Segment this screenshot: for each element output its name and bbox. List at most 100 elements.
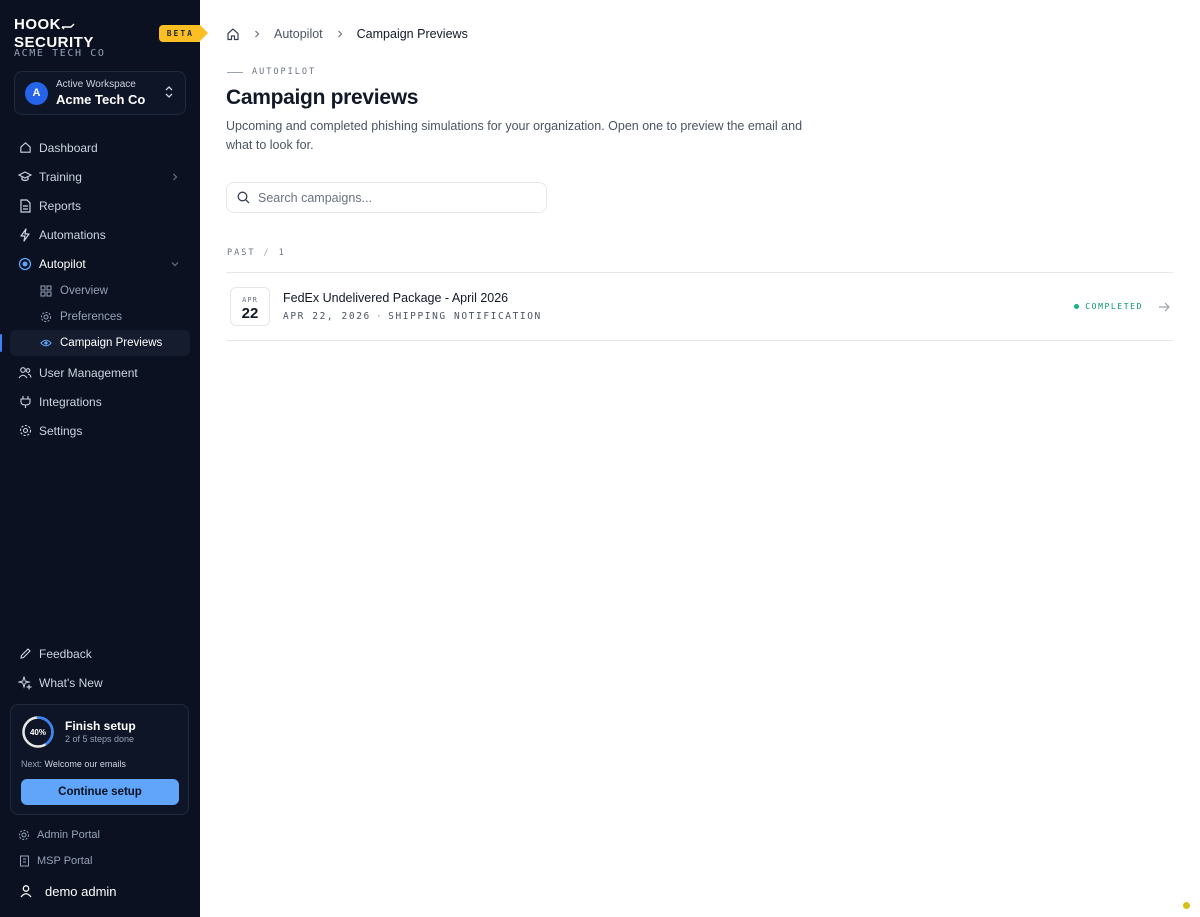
group-header-past: PAST / 1 (227, 248, 286, 258)
workspace-name: Acme Tech Co (56, 92, 146, 107)
plug-icon (18, 395, 32, 409)
eye-icon (40, 337, 52, 349)
workspace-avatar: A (25, 81, 48, 105)
building-icon (18, 855, 30, 867)
eyebrow-rule (227, 71, 243, 73)
campaign-meta: APR 22, 2026 · SHIPPING NOTIFICATION (283, 311, 542, 322)
sidebar-item-integrations[interactable]: Integrations (10, 387, 190, 416)
user-menu[interactable]: demo admin (18, 883, 117, 899)
sidebar-item-label: Feedback (39, 646, 92, 661)
org-name: ACME TECH CO (14, 48, 106, 59)
chevron-right-icon (170, 171, 180, 181)
setup-steps: 2 of 5 steps done (65, 734, 135, 744)
user-name: demo admin (45, 883, 117, 899)
grid-icon (40, 285, 52, 297)
chevron-right-icon (335, 29, 345, 39)
sparkle-icon (18, 675, 32, 690)
msp-portal-link[interactable]: MSP Portal (18, 852, 92, 870)
sidebar-item-label: Training (39, 169, 82, 184)
logo[interactable]: HOOKSECURITY (14, 16, 149, 51)
lightning-icon (18, 227, 32, 242)
sidebar-item-whats-new[interactable]: What's New (10, 668, 190, 697)
breadcrumb-current: Campaign Previews (356, 27, 468, 41)
sidebar-item-label: Dashboard (39, 140, 98, 155)
sidebar-item-label: Reports (39, 198, 82, 213)
section-eyebrow: AUTOPILOT (227, 67, 316, 77)
sidebar-item-training[interactable]: Training (10, 162, 190, 191)
campaign-day: 22 (241, 305, 259, 322)
setup-next-step-name: Welcome our emails (44, 759, 126, 769)
campaign-date: APR 22, 2026 (283, 311, 371, 322)
sidebar-item-label: Campaign Previews (60, 337, 163, 349)
group-separator: / (263, 248, 271, 258)
chevron-up-down-icon (163, 85, 175, 101)
group-label: PAST (227, 248, 256, 258)
search-input[interactable] (258, 190, 528, 205)
page-title: Campaign previews (226, 86, 419, 109)
continue-setup-button[interactable]: Continue setup (21, 779, 179, 805)
status-indicator-dot (1183, 902, 1190, 909)
gear-icon (40, 311, 52, 323)
group-count: 1 (278, 248, 286, 258)
sidebar-subitem-preferences[interactable]: Preferences (10, 304, 190, 330)
admin-portal-label: Admin Portal (37, 829, 100, 841)
home-icon (18, 141, 32, 155)
document-icon (18, 198, 32, 213)
breadcrumb-autopilot[interactable]: Autopilot (274, 27, 323, 41)
brand: HOOKSECURITY BETA (14, 16, 209, 51)
search-icon (237, 191, 250, 204)
campaign-date-badge: APR 22 (230, 287, 270, 326)
setup-progress-card: 40% Finish setup 2 of 5 steps done Next:… (10, 704, 189, 815)
chevron-right-icon (252, 29, 262, 39)
beta-badge: BETA (158, 24, 209, 42)
campaign-month: APR (242, 296, 258, 304)
sidebar-item-automations[interactable]: Automations (10, 220, 190, 249)
users-icon (18, 366, 32, 380)
app-window: HOOKSECURITY BETA ACME TECH CO A Active … (0, 0, 1200, 917)
main-content: Autopilot Campaign Previews AUTOPILOT Ca… (200, 0, 1200, 917)
setup-next-step: Next: Welcome our emails (21, 759, 126, 769)
campaign-row[interactable]: APR 22 FedEx Undelivered Package - April… (226, 275, 1173, 339)
campaign-category: SHIPPING NOTIFICATION (388, 311, 542, 322)
sidebar-item-label: Overview (60, 285, 108, 297)
msp-portal-label: MSP Portal (37, 855, 93, 867)
sidebar-item-label: Settings (39, 423, 83, 438)
chevron-down-icon (170, 258, 180, 268)
setup-next-prefix: Next: (21, 759, 43, 769)
gear-icon (18, 424, 32, 438)
workspace-switcher[interactable]: A Active Workspace Acme Tech Co (14, 71, 186, 115)
gear-icon (18, 829, 30, 841)
workspace-label: Active Workspace (56, 79, 136, 90)
sidebar-item-autopilot[interactable]: Autopilot (10, 249, 190, 278)
sidebar-item-label: Autopilot (39, 256, 86, 271)
sidebar-item-label: What's New (39, 675, 103, 690)
target-icon (18, 257, 32, 271)
sidebar-item-label: Integrations (39, 394, 102, 409)
campaign-title: FedEx Undelivered Package - April 2026 (283, 291, 509, 305)
progress-percent: 40% (29, 727, 46, 737)
search-box[interactable] (226, 182, 547, 213)
meta-separator: · (375, 311, 384, 322)
sidebar-item-user-management[interactable]: User Management (10, 358, 190, 387)
sidebar-item-reports[interactable]: Reports (10, 191, 190, 220)
sidebar-subitem-campaign-previews[interactable]: Campaign Previews (0, 330, 190, 356)
divider (226, 272, 1173, 273)
arrow-right-icon[interactable] (1157, 300, 1171, 314)
status-dot (1074, 304, 1080, 309)
sidebar-nav: Dashboard Training Reports Automations A… (0, 133, 190, 445)
status-badge: COMPLETED (1074, 302, 1143, 311)
eyebrow-label: AUTOPILOT (252, 67, 317, 77)
user-icon (18, 883, 34, 899)
breadcrumb: Autopilot Campaign Previews (226, 27, 468, 41)
sidebar: HOOKSECURITY BETA ACME TECH CO A Active … (0, 0, 209, 917)
status-label: COMPLETED (1085, 302, 1143, 311)
admin-portal-link[interactable]: Admin Portal (18, 826, 100, 844)
sidebar-bottom-nav: Feedback What's New (10, 639, 190, 697)
sidebar-subitem-overview[interactable]: Overview (10, 278, 190, 304)
divider (226, 340, 1173, 341)
sidebar-item-feedback[interactable]: Feedback (10, 639, 190, 668)
graduation-cap-icon (18, 170, 32, 184)
sidebar-item-dashboard[interactable]: Dashboard (10, 133, 190, 162)
sidebar-item-settings[interactable]: Settings (10, 416, 190, 445)
home-icon[interactable] (226, 27, 240, 41)
